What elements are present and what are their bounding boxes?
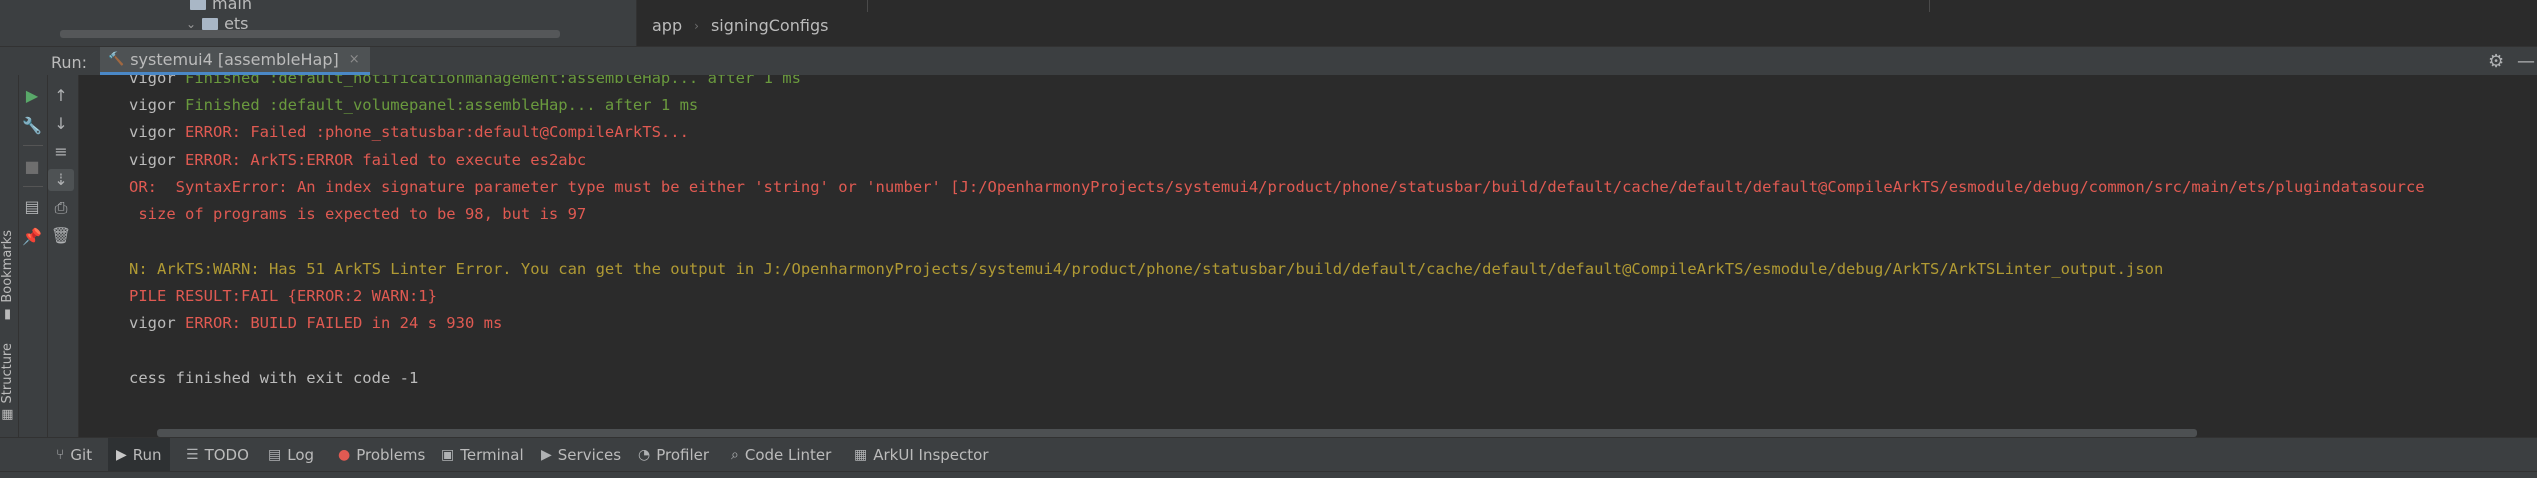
chevron-right-icon: › [694,18,699,33]
tool-tab-git[interactable]: ⑂ Git [56,438,92,472]
tool-tab-label: Profiler [656,446,710,464]
console-line: vigor Finished :default_volumepanel:asse… [129,96,699,114]
arrow-up-icon[interactable]: ↑ [48,85,74,107]
log-icon: ▤ [268,447,282,463]
arrow-down-icon[interactable]: ↓ [48,113,74,135]
rerun-icon[interactable]: ▶ [19,85,45,107]
run-window-label: Run: [51,53,88,72]
tool-tab-label: Terminal [460,446,524,464]
tool-tab-profiler[interactable]: ◔ Profiler [638,438,709,472]
console-line: cess finished with exit code -1 [129,369,419,387]
tree-item-label: main [212,0,252,13]
scroll-to-end-icon[interactable]: ⇣ [48,169,74,191]
terminal-icon: ▣ [441,447,455,463]
tool-tab-run[interactable]: ▶ Run [108,438,170,472]
soft-wrap-icon[interactable]: ≡ [48,141,74,163]
bookmark-icon: ▮ [0,302,15,322]
pin-icon[interactable]: 📌 [19,226,45,248]
tool-tab-label: Run [132,446,162,464]
project-tree: main ⌄ ets [18,0,635,46]
tool-tab-label: Git [70,446,93,464]
gear-icon[interactable]: ⚙ [2488,51,2504,72]
services-icon: ▶ [541,447,552,463]
chevron-down-icon[interactable]: ⌄ [186,17,196,31]
problems-icon: ● [338,447,351,463]
todo-icon: ☰ [186,447,199,463]
tool-tab-label: Problems [356,446,426,464]
arkui-inspector-icon: ▦ [854,447,868,463]
tool-tab-label: Code Linter [744,446,832,464]
console-line: vigor ERROR: BUILD FAILED in 24 s 930 ms [129,314,503,332]
tool-tab-label: Services [557,446,622,464]
tool-tab-problems[interactable]: ● Problems [338,438,425,472]
trash-icon[interactable]: 🗑 [48,225,74,247]
close-icon[interactable]: × [349,52,360,67]
stop-icon[interactable]: ■ [19,156,45,178]
tool-tab-code-linter[interactable]: ⌕ Code Linter [731,438,831,472]
tool-tab-terminal[interactable]: ▣ Terminal [441,438,524,472]
git-icon: ⑂ [56,447,65,463]
left-tool-stripe: ▮ Bookmarks ▦ Structure [0,75,19,437]
tool-tab-label: Log [287,446,315,464]
breadcrumb: app › signingConfigs [652,16,828,35]
editor-guide-line [1929,0,1930,12]
tree-horizontal-scrollbar[interactable] [60,30,560,38]
breadcrumb-item-app[interactable]: app [652,16,682,35]
bookmarks-tab[interactable]: ▮ Bookmarks [0,230,15,322]
console-line: OR: SyntaxError: An index signature para… [129,178,2425,196]
editor-guide-line [867,0,868,12]
console-line: vigor Finished :default_notificationmana… [129,75,801,87]
hammer-icon: 🔨 [108,52,125,67]
editor-area [636,0,2537,46]
bottom-tool-bar: ⑂ Git ▶ Run ☰ TODO ▤ Log ● Problems ▣ Te… [0,437,2537,472]
tree-item-main[interactable]: main [190,0,252,13]
minimize-icon[interactable]: — [2517,51,2535,72]
console-output[interactable]: vigor Finished :default_notificationmana… [79,75,2537,437]
left-tool-stripe-top [0,0,19,46]
run-tab-systemui4[interactable]: 🔨 systemui4 [assembleHap] × [100,47,370,75]
profiler-icon: ◔ [638,447,651,463]
structure-label: Structure [0,343,15,404]
toolbar-divider [23,145,43,146]
breadcrumb-item-signing-configs[interactable]: signingConfigs [711,16,829,35]
run-window-header: Run: 🔨 systemui4 [assembleHap] × ⚙ — [0,46,2537,76]
console-line: vigor ERROR: Failed :phone_statusbar:def… [129,123,689,141]
run-toolbar-primary: ▶ 🔧 ■ ▤ 📌 [19,75,48,437]
run-toolbar-secondary: ↑ ↓ ≡ ⇣ ⎙ 🗑 [48,75,79,437]
console-horizontal-scrollbar[interactable] [157,429,2197,437]
tool-tab-log[interactable]: ▤ Log [268,438,314,472]
tool-tab-label: ArkUI Inspector [873,446,989,464]
code-linter-icon: ⌕ [731,447,739,463]
tool-tab-todo[interactable]: ☰ TODO [186,438,249,472]
console-line: N: ArkTS:WARN: Has 51 ArkTS Linter Error… [129,260,2164,278]
tool-tab-services[interactable]: ▶ Services [541,438,621,472]
tool-tab-label: TODO [204,446,249,464]
tool-tab-arkui-inspector[interactable]: ▦ ArkUI Inspector [854,438,989,472]
wrench-icon[interactable]: 🔧 [19,115,45,137]
bookmarks-label: Bookmarks [0,230,15,303]
folder-icon [190,0,206,10]
toolbar-divider [23,186,43,187]
folder-icon [202,17,219,30]
run-tab-title: systemui4 [assembleHap] [130,50,339,69]
print-icon[interactable]: ⎙ [48,197,74,219]
structure-icon: ▦ [0,403,15,423]
console-line: PILE RESULT:FAIL {ERROR:2 WARN:1} [129,287,437,305]
layout-icon[interactable]: ▤ [19,196,45,218]
structure-tab[interactable]: ▦ Structure [0,343,15,423]
console-line: size of programs is expected to be 98, b… [129,205,587,223]
console-line: vigor ERROR: ArkTS:ERROR failed to execu… [129,151,587,169]
run-icon: ▶ [116,447,127,463]
